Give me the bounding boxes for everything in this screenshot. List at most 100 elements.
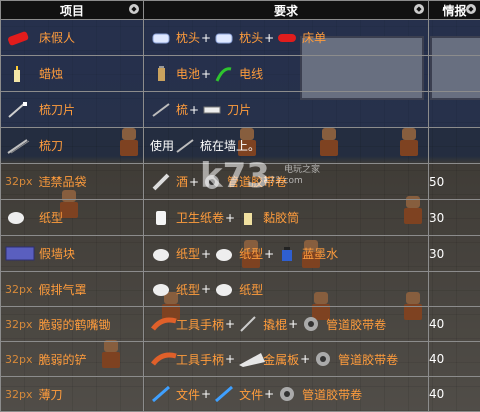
tool-handle-icon: [150, 315, 172, 333]
requirement-name[interactable]: 文件: [176, 386, 200, 403]
plus-sign: +: [189, 103, 199, 117]
item-name[interactable]: 脆弱的铲: [39, 351, 87, 368]
image-placeholder-label: 32px: [5, 353, 33, 366]
requirement-name[interactable]: 文件: [239, 386, 263, 403]
item-name[interactable]: 蜡烛: [39, 65, 63, 82]
col-intel-header[interactable]: 情报◆: [429, 1, 480, 20]
item-name[interactable]: 薄刀: [39, 386, 63, 403]
requirements-cell: 电池+ 电线: [144, 56, 429, 92]
bed-sheet-icon: [276, 29, 298, 47]
item-name[interactable]: 假排气罩: [39, 281, 87, 298]
requirement-name[interactable]: 枕头: [239, 29, 263, 46]
plus-sign: +: [300, 352, 310, 366]
plus-sign: +: [264, 31, 274, 45]
table-row: 蜡烛 电池+ 电线: [1, 56, 480, 92]
requirements-cell: 枕头+枕头+床单: [144, 20, 429, 56]
requirement-name[interactable]: 撬棍: [263, 316, 287, 333]
intel-cell: 50: [429, 164, 480, 200]
crafting-table: 项目◆ 要求◆ 情报◆ 床假人枕头+枕头+床单蜡烛电池+电线梳刀片梳+刀片梳刀使…: [0, 0, 480, 412]
requirement-name[interactable]: 黏胶筒: [263, 209, 299, 226]
requirement-name[interactable]: 床单: [302, 29, 326, 46]
requirement-name[interactable]: 管道胶带卷: [338, 351, 398, 368]
requirements-cell: 文件+文件+管道胶带卷: [144, 377, 429, 412]
comb-icon: [150, 101, 172, 119]
intel-cell: 40: [429, 377, 480, 412]
table-row: 假墙块纸型+纸型+蓝墨水30: [1, 236, 480, 272]
paper-mache-icon: [213, 280, 235, 298]
item-name[interactable]: 梳刀片: [39, 101, 75, 118]
plus-sign: +: [201, 282, 211, 296]
requirement-name[interactable]: 酒: [176, 173, 188, 190]
requirement-name[interactable]: 电池: [176, 65, 200, 82]
paper-mache-icon: [213, 245, 235, 263]
plus-sign: +: [288, 317, 298, 331]
duct-tape-icon: [276, 385, 298, 403]
intel-cell: 30: [429, 236, 480, 272]
plus-sign: +: [201, 67, 211, 81]
table-row: 梳刀使用梳在墙上。: [1, 128, 480, 164]
requirement-name[interactable]: 工具手柄: [176, 351, 224, 368]
requirement-name[interactable]: 蓝墨水: [302, 245, 338, 262]
plus-sign: +: [264, 247, 274, 261]
requirement-name[interactable]: 刀片: [227, 101, 251, 118]
fake-wall-block-icon: [5, 244, 31, 264]
requirement-name[interactable]: 管道胶带卷: [227, 173, 287, 190]
image-placeholder-label: 32px: [5, 283, 33, 296]
requirement-name[interactable]: 电线: [239, 65, 263, 82]
candle-icon: [5, 64, 31, 84]
plus-sign: +: [264, 387, 274, 401]
plus-sign: +: [189, 175, 199, 189]
intel-cell: [429, 20, 480, 56]
requirement-name[interactable]: 管道胶带卷: [302, 386, 362, 403]
item-cell: 32px 假排气罩: [1, 272, 144, 307]
table-row: 32px薄刀文件+文件+管道胶带卷40: [1, 377, 480, 412]
table-row: 床假人枕头+枕头+床单: [1, 20, 480, 56]
ink-bottle-icon: [276, 245, 298, 263]
requirement-name[interactable]: 纸型: [176, 281, 200, 298]
pillow-icon: [150, 29, 172, 47]
requirement-name[interactable]: 管道胶带卷: [326, 316, 386, 333]
item-name[interactable]: 假墙块: [39, 245, 75, 262]
glue-icon: [237, 209, 259, 227]
tool-handle-icon: [150, 350, 172, 368]
item-name[interactable]: 床假人: [39, 29, 75, 46]
comb-knife-icon: [5, 136, 31, 156]
image-placeholder-label: 32px: [5, 318, 33, 331]
requirement-name[interactable]: 金属板: [263, 351, 299, 368]
razor-blade-icon: [201, 101, 223, 119]
requirement-name[interactable]: 工具手柄: [176, 316, 224, 333]
comb-blade-icon: [5, 100, 31, 120]
intel-cell: 40: [429, 342, 480, 377]
requirement-name[interactable]: 梳: [176, 101, 188, 118]
table-row: 梳刀片 梳+ 刀片: [1, 92, 480, 128]
requirement-name[interactable]: 纸型: [239, 245, 263, 262]
table-row: 32px假排气罩纸型+纸型: [1, 272, 480, 307]
sort-icon[interactable]: ◆: [414, 4, 424, 14]
requirement-name: 梳在墙上。: [200, 137, 260, 154]
requirement-name[interactable]: 卫生纸卷: [176, 209, 224, 226]
table-row: 纸型卫生纸卷+黏胶筒30: [1, 200, 480, 236]
item-cell: 假墙块: [1, 236, 144, 272]
col-requirements-header[interactable]: 要求◆: [144, 1, 429, 20]
image-placeholder-label: 32px: [5, 175, 33, 188]
metal-sheet-icon: [237, 350, 259, 368]
item-name[interactable]: 违禁品袋: [39, 173, 87, 190]
table-row: 32px 违禁品袋 酒+ 管道胶带卷 50: [1, 164, 480, 200]
sort-icon[interactable]: ◆: [129, 4, 139, 14]
item-cell: 32px 脆弱的鹤嘴锄: [1, 307, 144, 342]
item-name[interactable]: 梳刀: [39, 137, 63, 154]
sort-icon[interactable]: ◆: [466, 4, 476, 14]
requirements-cell: 工具手柄+金属板+管道胶带卷: [144, 342, 429, 377]
file-icon: [150, 385, 172, 403]
wire-icon: [213, 65, 235, 83]
requirements-cell: 梳+ 刀片: [144, 92, 429, 128]
image-placeholder-label: 32px: [5, 388, 33, 401]
item-name[interactable]: 纸型: [39, 209, 63, 226]
requirement-name[interactable]: 纸型: [176, 245, 200, 262]
paper-mache-icon: [5, 208, 31, 228]
requirement-name[interactable]: 枕头: [176, 29, 200, 46]
item-name[interactable]: 脆弱的鹤嘴锄: [39, 316, 111, 333]
requirement-name[interactable]: 纸型: [239, 281, 263, 298]
plus-sign: +: [201, 247, 211, 261]
col-item-header[interactable]: 项目◆: [1, 1, 144, 20]
